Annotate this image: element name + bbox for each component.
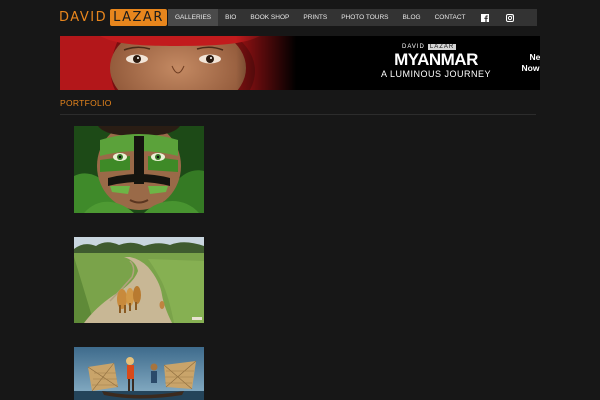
- banner-promo-line1: New Book: [529, 52, 540, 62]
- nav-item-photo-tours[interactable]: PHOTO TOURS: [334, 9, 395, 26]
- instagram-icon[interactable]: [498, 9, 523, 26]
- section-title: PORTFOLIO: [60, 98, 112, 108]
- banner-book-title: MYANMAR: [394, 50, 478, 69]
- portfolio-thumbnail-1[interactable]: [74, 126, 204, 213]
- portfolio-thumbnail-3[interactable]: [74, 347, 204, 400]
- book-promo-banner[interactable]: DAVID LAZAR MYANMAR A LUMINOUS JOURNEY N…: [60, 36, 540, 90]
- logo-first-name: DAVID: [59, 10, 108, 25]
- facebook-icon[interactable]: [473, 9, 498, 26]
- nav-item-bio[interactable]: BIO: [218, 9, 243, 26]
- banner-promo-line2: Now Available: [521, 63, 541, 73]
- nav-item-galleries[interactable]: GALLERIES: [168, 9, 219, 26]
- banner-promo-text: New Book Now Available: [510, 52, 541, 74]
- portfolio-thumbnail-2[interactable]: [74, 237, 204, 323]
- page: DAVID LAZAR GALLERIES BIO BOOK SHOP PRIN…: [0, 0, 600, 400]
- nav-item-book-shop[interactable]: BOOK SHOP: [243, 9, 296, 26]
- nav-item-contact[interactable]: CONTACT: [428, 9, 473, 26]
- banner-author-first: DAVID: [402, 43, 425, 50]
- banner-author-last: LAZAR: [427, 43, 457, 50]
- site-logo[interactable]: DAVID LAZAR: [59, 9, 167, 26]
- nav-item-prints[interactable]: PRINTS: [296, 9, 334, 26]
- banner-book-subtitle: A LUMINOUS JOURNEY: [380, 69, 492, 79]
- logo-last-name: LAZAR: [110, 9, 167, 26]
- section-divider: [60, 114, 536, 115]
- banner-portrait-image: [60, 36, 296, 90]
- nav-item-blog[interactable]: BLOG: [396, 9, 428, 26]
- main-nav: GALLERIES BIO BOOK SHOP PRINTS PHOTO TOU…: [168, 9, 537, 26]
